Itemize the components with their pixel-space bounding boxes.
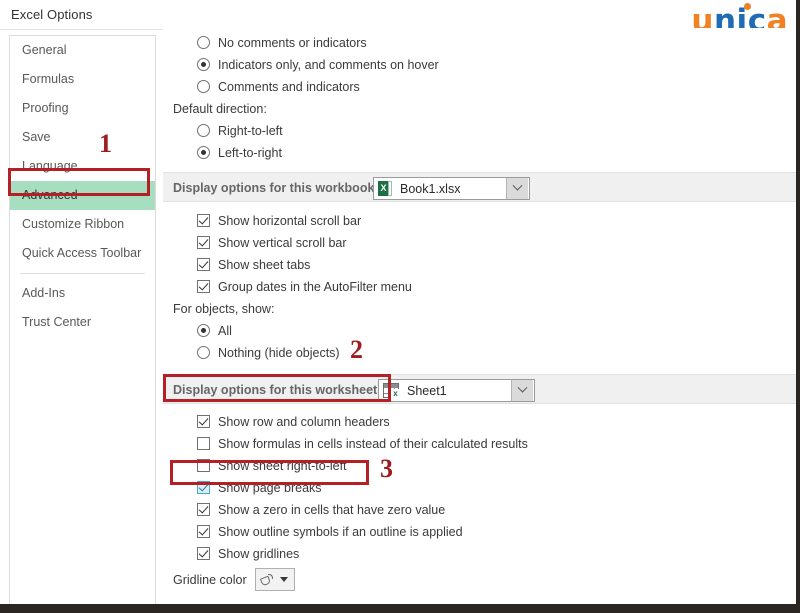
checkbox-row-show-outline-symbols[interactable]: Show outline symbols if an outline is ap… — [163, 521, 796, 543]
sidebar-item-advanced[interactable]: Advanced — [10, 181, 155, 210]
logo-dot-icon — [744, 3, 751, 10]
checkbox-row-show-gridlines[interactable]: Show gridlines — [163, 543, 796, 565]
radio-objects-all-icon[interactable] — [197, 324, 210, 337]
radio-label-left-to-right: Left-to-right — [218, 146, 282, 160]
checkbox-row-show-sheet-tabs[interactable]: Show sheet tabs — [163, 254, 796, 276]
radio-row-objects-all[interactable]: All — [163, 320, 796, 342]
for-objects-show-heading: For objects, show: — [173, 302, 275, 316]
checkbox-row-group-dates-autofilter[interactable]: Group dates in the AutoFilter menu — [163, 276, 796, 298]
radio-row-objects-nothing[interactable]: Nothing (hide objects) — [163, 342, 796, 364]
excel-file-icon: X — [378, 181, 392, 196]
radio-label-right-to-left: Right-to-left — [218, 124, 283, 138]
checkbox-show-formulas-in-cells-icon[interactable] — [197, 437, 210, 450]
radio-indicators-only-icon[interactable] — [197, 58, 210, 71]
options-sidebar: General Formulas Proofing Save Language … — [9, 35, 156, 607]
dialog-titlebar: Excel Options — [0, 0, 796, 30]
sidebar-item-quick-access-toolbar[interactable]: Quick Access Toolbar — [10, 239, 155, 268]
worksheet-section-bar: Display options for this worksheet: x Sh… — [163, 374, 796, 404]
checkbox-show-zero-in-cells-icon[interactable] — [197, 503, 210, 516]
chevron-down-icon[interactable] — [506, 178, 528, 199]
checkbox-label-show-outline-symbols: Show outline symbols if an outline is ap… — [218, 525, 463, 539]
options-content-pane: No comments or indicators Indicators onl… — [163, 28, 796, 607]
sidebar-item-general[interactable]: General — [10, 36, 155, 65]
radio-objects-nothing-icon[interactable] — [197, 346, 210, 359]
excel-options-dialog: Excel Options unica General Formulas Pro… — [0, 0, 798, 610]
sidebar-item-customize-ribbon[interactable]: Customize Ribbon — [10, 210, 155, 239]
checkbox-show-row-column-headers-icon[interactable] — [197, 415, 210, 428]
checkbox-row-show-horizontal-scroll-bar[interactable]: Show horizontal scroll bar — [163, 210, 796, 232]
checkbox-label-show-page-breaks: Show page breaks — [218, 481, 322, 495]
paint-bucket-icon — [259, 572, 275, 588]
checkbox-label-show-row-column-headers: Show row and column headers — [218, 415, 390, 429]
radio-label-comments-and-indicators: Comments and indicators — [218, 80, 360, 94]
gridline-color-row: Gridline color — [163, 565, 796, 595]
sidebar-divider — [20, 273, 145, 274]
dialog-bottom-edge — [0, 604, 796, 607]
sidebar-item-add-ins[interactable]: Add-Ins — [10, 279, 155, 308]
checkbox-show-vertical-scroll-bar-icon[interactable] — [197, 236, 210, 249]
checkbox-label-show-gridlines: Show gridlines — [218, 547, 300, 561]
radio-label-no-comments: No comments or indicators — [218, 36, 367, 50]
checkbox-row-show-sheet-right-to-left[interactable]: Show sheet right-to-left — [163, 455, 796, 477]
checkbox-label-show-formulas-in-cells: Show formulas in cells instead of their … — [218, 437, 528, 451]
radio-row-indicators-only[interactable]: Indicators only, and comments on hover — [163, 54, 796, 76]
annotation-marker-3: 3 — [380, 454, 393, 483]
sidebar-item-trust-center[interactable]: Trust Center — [10, 308, 155, 337]
checkbox-row-show-zero-in-cells[interactable]: Show a zero in cells that have zero valu… — [163, 499, 796, 521]
sidebar-item-language[interactable]: Language — [10, 152, 155, 181]
radio-row-left-to-right[interactable]: Left-to-right — [163, 142, 796, 164]
checkbox-label-show-vertical-scroll-bar: Show vertical scroll bar — [218, 236, 347, 250]
checkbox-row-show-page-breaks[interactable]: Show page breaks — [163, 477, 796, 499]
checkbox-show-outline-symbols-icon[interactable] — [197, 525, 210, 538]
worksheet-select-dropdown-button[interactable] — [511, 379, 535, 402]
radio-comments-and-indicators-icon[interactable] — [197, 80, 210, 93]
gridline-color-label: Gridline color — [173, 573, 247, 587]
checkbox-label-show-sheet-tabs: Show sheet tabs — [218, 258, 311, 272]
checkbox-row-show-formulas-in-cells[interactable]: Show formulas in cells instead of their … — [163, 433, 796, 455]
radio-label-objects-all: All — [218, 324, 232, 338]
radio-row-right-to-left[interactable]: Right-to-left — [163, 120, 796, 142]
chevron-down-icon[interactable] — [511, 380, 533, 401]
checkbox-show-page-breaks-icon[interactable] — [197, 481, 210, 494]
radio-label-indicators-only: Indicators only, and comments on hover — [218, 58, 439, 72]
checkbox-label-show-sheet-right-to-left: Show sheet right-to-left — [218, 459, 347, 473]
worksheet-section-heading: Display options for this worksheet: — [173, 383, 382, 397]
workbook-section-heading: Display options for this workbook: — [173, 181, 379, 195]
worksheet-select[interactable]: x Sheet1 — [378, 379, 528, 402]
worksheet-icon: x — [383, 383, 400, 399]
sidebar-item-proofing[interactable]: Proofing — [10, 94, 155, 123]
checkbox-show-gridlines-icon[interactable] — [197, 547, 210, 560]
checkbox-row-show-row-column-headers[interactable]: Show row and column headers — [163, 411, 796, 433]
annotation-marker-2: 2 — [350, 335, 363, 364]
checkbox-label-group-dates-autofilter: Group dates in the AutoFilter menu — [218, 280, 412, 294]
checkbox-show-sheet-tabs-icon[interactable] — [197, 258, 210, 271]
checkbox-label-show-zero-in-cells: Show a zero in cells that have zero valu… — [218, 503, 446, 517]
workbook-select-dropdown-button[interactable] — [506, 177, 530, 200]
checkbox-label-show-horizontal-scroll-bar: Show horizontal scroll bar — [218, 214, 362, 228]
checkbox-show-sheet-right-to-left-icon[interactable] — [197, 459, 210, 472]
workbook-select-value: Book1.xlsx — [400, 181, 461, 196]
worksheet-select-value: Sheet1 — [407, 383, 447, 398]
checkbox-show-horizontal-scroll-bar-icon[interactable] — [197, 214, 210, 227]
radio-row-no-comments[interactable]: No comments or indicators — [163, 32, 796, 54]
sidebar-item-formulas[interactable]: Formulas — [10, 65, 155, 94]
chevron-down-icon[interactable] — [280, 577, 288, 582]
radio-right-to-left-icon[interactable] — [197, 124, 210, 137]
radio-left-to-right-icon[interactable] — [197, 146, 210, 159]
checkbox-row-show-vertical-scroll-bar[interactable]: Show vertical scroll bar — [163, 232, 796, 254]
checkbox-group-dates-autofilter-icon[interactable] — [197, 280, 210, 293]
dialog-title: Excel Options — [11, 7, 93, 22]
radio-row-comments-and-indicators[interactable]: Comments and indicators — [163, 76, 796, 98]
annotation-marker-1: 1 — [99, 129, 112, 158]
workbook-select[interactable]: X Book1.xlsx — [373, 177, 523, 200]
sidebar-item-save[interactable]: Save — [10, 123, 155, 152]
default-direction-heading: Default direction: — [173, 102, 267, 116]
gridline-color-button[interactable] — [255, 568, 295, 591]
workbook-section-bar: Display options for this workbook: X Boo… — [163, 172, 796, 202]
radio-no-comments-icon[interactable] — [197, 36, 210, 49]
radio-label-objects-nothing: Nothing (hide objects) — [218, 346, 340, 360]
